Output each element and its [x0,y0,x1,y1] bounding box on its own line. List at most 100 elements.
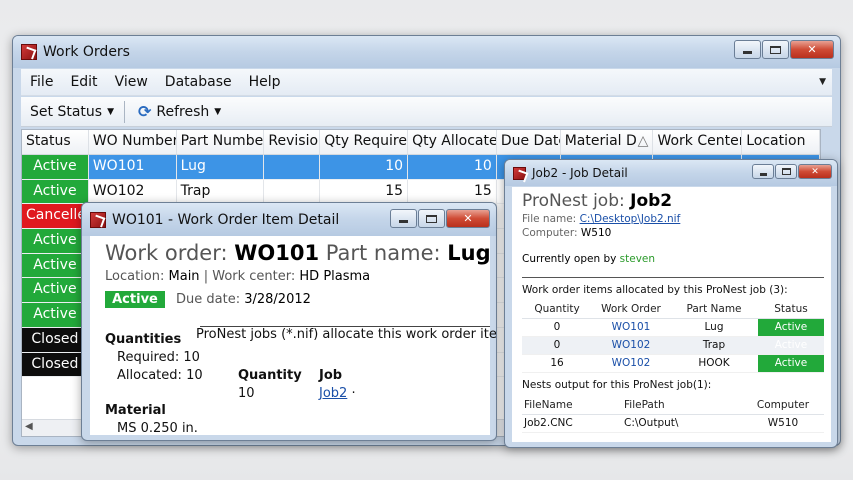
items-col-status: Status [758,301,824,319]
col-work-center[interactable]: Work Center [653,130,743,154]
due-date-value: 3/28/2012 [244,292,311,307]
menu-overflow-icon[interactable]: ▼ [819,77,826,87]
nest-filename: Job2.CNC [522,414,622,433]
col-revision[interactable]: Revision [264,130,321,154]
minimize-icon [759,172,767,176]
menu-database[interactable]: Database [156,74,240,90]
minimize-button[interactable] [752,164,774,179]
item-detail-titlebar[interactable]: WO101 - Work Order Item Detail ✕ [82,203,496,236]
maximize-button[interactable] [775,164,797,179]
job-detail-titlebar[interactable]: Job2 - Job Detail ✕ [505,160,837,186]
item-work-order-link[interactable]: WO101 [592,318,670,337]
items-header-row: Quantity Work Order Part Name Status [522,301,824,319]
close-button[interactable]: ✕ [798,164,832,179]
grid-cell [264,155,321,179]
material-value: MS 0.250 in. [117,421,198,436]
nest-filepath: C:\Output\ [622,414,742,433]
col-material-label: Material D [564,133,637,149]
grid-cell: 10 [408,155,497,179]
quantities-title: Quantities [105,332,182,347]
part-name-label: Part name: [325,241,441,265]
item-part-name: HOOK [670,354,758,373]
maximize-button[interactable] [762,40,789,59]
items-body: 0 WO101 Lug Active 0 WO102 Trap Active 16 WO102 HO… [522,318,824,373]
item-work-order-link[interactable]: WO102 [592,336,670,355]
maximize-icon [781,168,791,175]
location-value: Main [168,269,200,284]
col-wo-number[interactable]: WO Number [89,130,177,154]
table-row[interactable]: 0 WO102 Trap Active [522,336,824,355]
grid-header: Status WO Number Part Number Revision Qt… [22,130,820,155]
menu-view[interactable]: View [106,74,156,90]
due-date-label: Due date: [176,292,241,307]
nests-body: Job2.CNC C:\Output\ W510 [522,414,824,433]
col-status[interactable]: Status [22,130,89,154]
item-quantity: 16 [522,354,592,373]
minimize-button[interactable] [390,209,417,228]
item-quantity: 0 [522,318,592,337]
separator: | [203,269,209,284]
col-due-date[interactable]: Due Date [497,130,561,154]
job-heading: ProNest job: Job2 [522,191,672,211]
work-order-items-table: Quantity Work Order Part Name Status 0 WO… [522,301,824,373]
nest-computer: W510 [742,414,824,433]
menu-edit[interactable]: Edit [61,74,105,90]
close-icon: ✕ [811,166,819,177]
window-title: Work Orders [43,44,130,60]
grid-cell: Trap [177,179,265,204]
sort-ascending-icon: △ [637,133,649,149]
maximize-button[interactable] [418,209,445,228]
menu-file[interactable]: File [21,74,61,90]
required-line: Required: 10 [117,350,200,365]
pronest-app-icon [513,166,526,180]
col-part-number[interactable]: Part Number [177,130,265,154]
computer-label: Computer: [522,227,578,239]
job-link[interactable]: Job2 [319,386,347,401]
pronest-note: ProNest jobs (*.nif) allocate this work … [196,327,497,342]
job-value: Job2 [630,191,673,211]
menu-help[interactable]: Help [240,74,289,90]
status-cell: Active [22,229,89,253]
toolbar-separator [123,100,125,123]
work-orders-titlebar[interactable]: Work Orders ✕ [13,36,840,68]
part-name-value: Lug [447,241,491,265]
close-button[interactable]: ✕ [790,40,834,59]
nests-table: FileName FilePath Computer Job2.CNC C:\Ou… [522,397,824,433]
col-qty-allocated[interactable]: Qty Allocated [408,130,497,154]
item-status: Active [758,318,824,337]
table-row[interactable]: 16 WO102 HOOK Active [522,354,824,373]
grid-cell: Lug [176,155,265,179]
allocated-line: Allocated: 10 [117,368,203,383]
status-cell: Active [22,278,89,303]
toolbar: Set Status ▼ ⟳ Refresh ▼ [21,97,832,127]
minimize-button[interactable] [734,40,761,59]
col-material[interactable]: Material D △ [561,130,654,154]
grid-cell: 10 [320,155,409,179]
items-col-quantity: Quantity [522,301,592,319]
file-name-label: File name: [522,213,577,225]
refresh-button[interactable]: ⟳ Refresh ▼ [129,102,227,121]
status-cell: Closed [22,327,89,352]
item-work-order-link[interactable]: WO102 [592,354,670,373]
status-cell: Closed [22,352,89,377]
scroll-left-icon[interactable]: ◀ [25,421,33,432]
table-row[interactable]: Job2.CNC C:\Output\ W510 [522,414,824,433]
status-cell: Active [22,155,89,179]
refresh-label: Refresh [156,103,210,120]
close-button[interactable]: ✕ [446,209,490,228]
item-quantity: 0 [522,336,592,355]
location-line: Location: Main | Work center: HD Plasma [105,269,370,284]
computer-line: Computer: W510 [522,227,611,239]
table-row[interactable]: 0 WO101 Lug Active [522,318,824,337]
col-qty-required[interactable]: Qty Required [320,130,409,154]
set-status-button[interactable]: Set Status ▼ [21,104,120,120]
nests-col-computer: Computer [742,397,824,415]
status-cell: Active [22,253,89,278]
grid-cell: 15 [320,179,409,204]
file-name-link[interactable]: C:\Desktop\Job2.nif [580,213,681,225]
col-location[interactable]: Location [742,130,820,154]
window-title: Job2 - Job Detail [532,166,628,180]
status-cell: Active [22,179,89,204]
job-detail-content: ProNest job: Job2 File name: C:\Desktop\… [512,187,831,442]
quantity-header: Quantity [238,368,302,383]
